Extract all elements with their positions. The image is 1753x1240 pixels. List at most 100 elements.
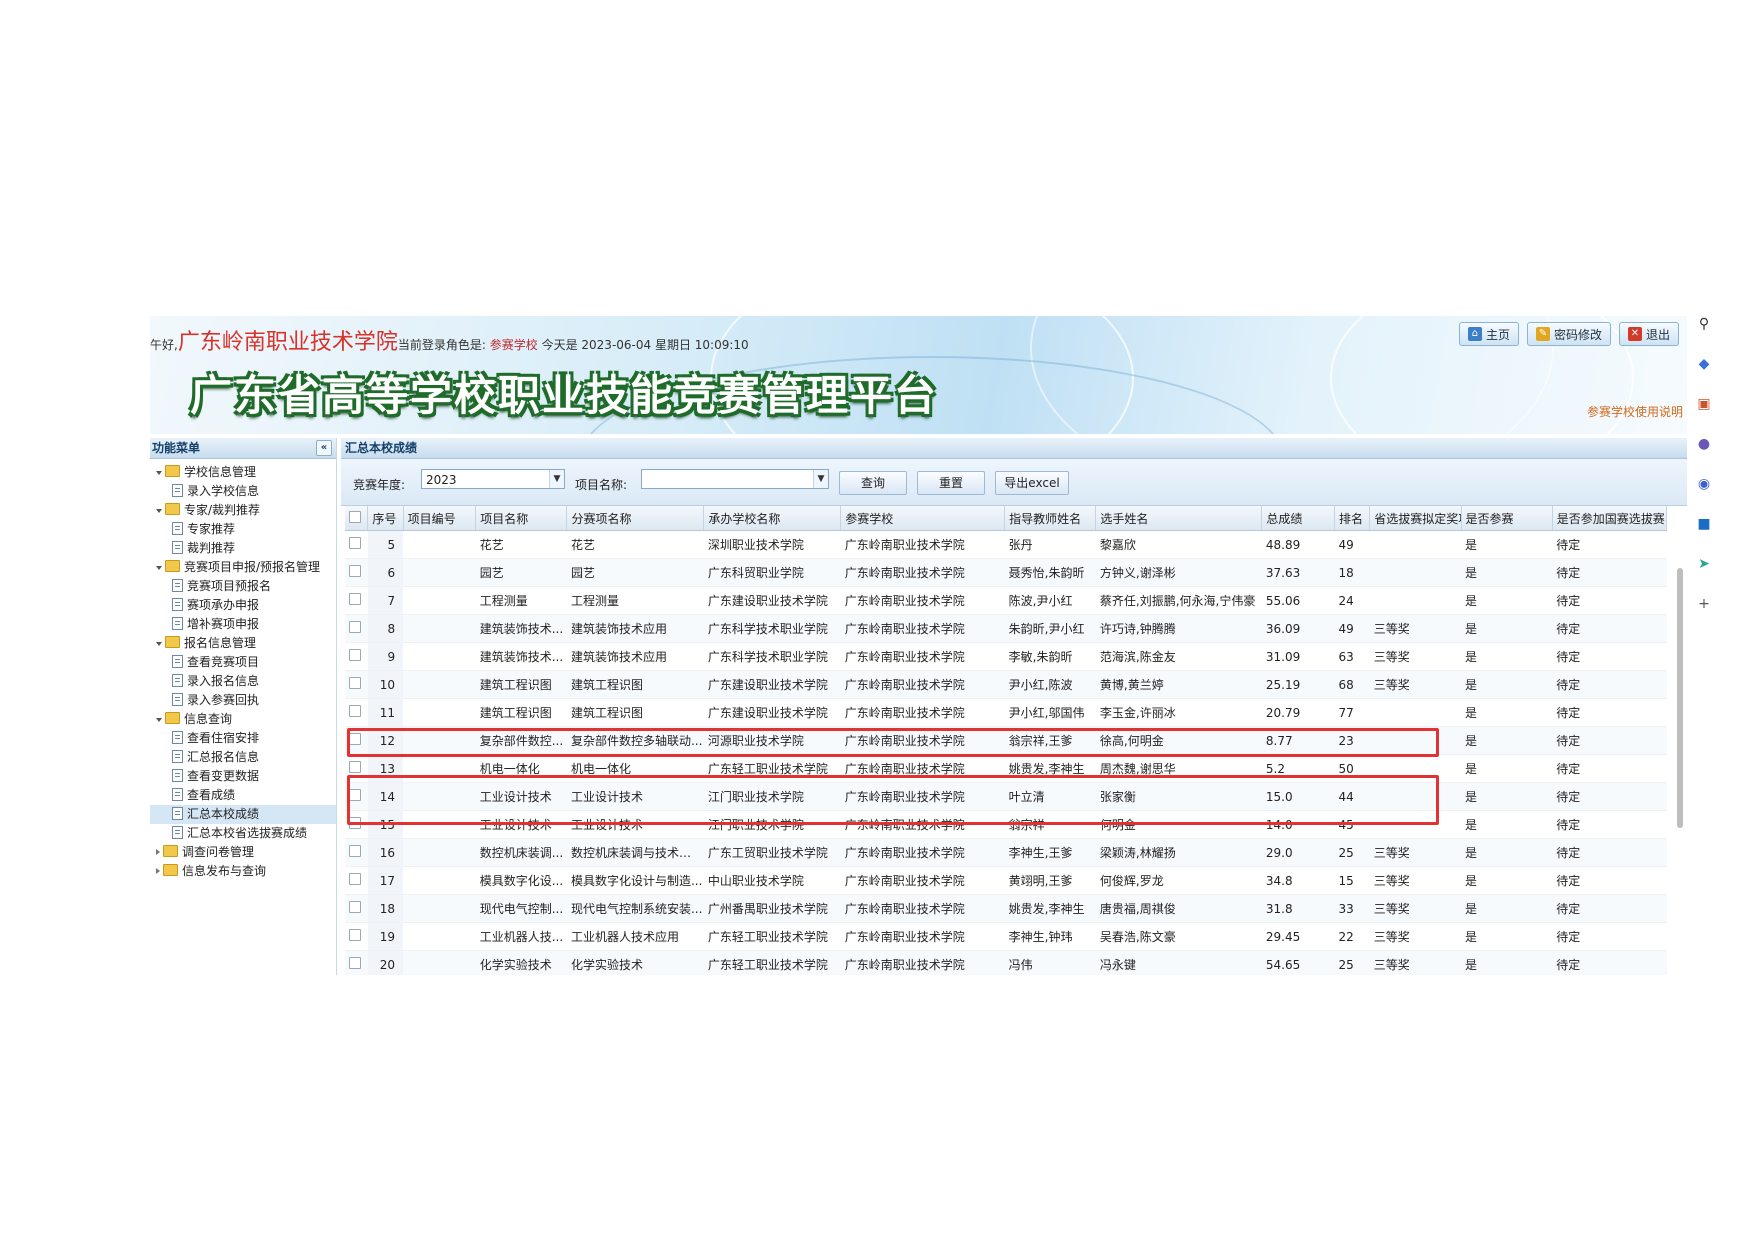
menu-item[interactable]: 竞赛项目预报名 xyxy=(150,577,336,596)
send-icon[interactable]: ➤ xyxy=(1696,556,1712,572)
table-row[interactable]: 15 工业设计技术 工业设计技术 江门职业技术学院 广东岭南职业技术学院 翁宗祥 何明金 14… xyxy=(345,810,1667,839)
menu-item[interactable]: 查看住宿安排 xyxy=(150,729,336,748)
row-checkbox[interactable] xyxy=(349,845,361,857)
table-row[interactable]: 10 建筑工程识图 建筑工程识图 广东建设职业技术学院 广东岭南职业技术学院 尹小红,陈波… xyxy=(345,670,1667,699)
select-all-checkbox[interactable] xyxy=(349,510,361,523)
table-row[interactable]: 13 机电一体化 机电一体化 广东轻工职业技术学院 广东岭南职业技术学院 姚贵发,李神生周… xyxy=(345,754,1667,783)
column-header[interactable]: 序号 xyxy=(367,506,404,531)
table-row[interactable]: 11 建筑工程识图 建筑工程识图 广东建设职业技术学院 广东岭南职业技术学院 尹小红,邬国… xyxy=(345,698,1667,727)
row-checkbox[interactable] xyxy=(349,873,361,885)
outlook-icon[interactable]: ■ xyxy=(1696,516,1712,532)
reset-button[interactable]: 重置 xyxy=(917,471,985,495)
row-checkbox[interactable] xyxy=(349,537,361,549)
column-header[interactable]: 承办学校名称 xyxy=(703,506,842,531)
table-row[interactable]: 5 花艺 花艺 深圳职业技术学院 广东岭南职业技术学院 张丹 黎嘉欣 48.89 49 是待定 xyxy=(345,530,1667,559)
menu-item[interactable]: 汇总本校省选拔赛成绩 xyxy=(150,824,336,843)
row-checkbox[interactable] xyxy=(349,901,361,913)
expanded-arrow-icon[interactable] xyxy=(156,642,162,646)
column-header[interactable]: 是否参赛 xyxy=(1461,506,1553,531)
table-cell: 68 xyxy=(1334,670,1370,699)
column-header[interactable]: 省选拔赛拟定奖项 xyxy=(1369,506,1462,531)
menu-group[interactable]: 调查问卷管理 xyxy=(150,843,336,862)
column-header[interactable]: 是否参加国赛选拔赛 xyxy=(1552,506,1668,531)
row-checkbox[interactable] xyxy=(349,761,361,773)
expanded-arrow-icon[interactable] xyxy=(156,471,162,475)
menu-item[interactable]: 增补赛项申报 xyxy=(150,615,336,634)
row-checkbox[interactable] xyxy=(349,929,361,941)
column-header[interactable]: 项目编号 xyxy=(403,506,477,531)
menu-group[interactable]: 报名信息管理 xyxy=(150,634,336,653)
menu-item[interactable]: 汇总本校成绩 xyxy=(150,805,336,824)
menu-group[interactable]: 信息查询 xyxy=(150,710,336,729)
briefcase-icon[interactable]: ▣ xyxy=(1696,396,1712,412)
row-checkbox[interactable] xyxy=(349,789,361,801)
table-row[interactable]: 8 建筑装饰技术... 建筑装饰技术应用 广东科学技术职业学院 广东岭南职业技术学院 朱韵… xyxy=(345,614,1667,643)
expanded-arrow-icon[interactable] xyxy=(156,718,162,722)
table-row[interactable]: 20 化学实验技术 化学实验技术 广东轻工职业技术学院 广东岭南职业技术学院 冯伟 冯永键 5… xyxy=(345,950,1667,975)
menu-group[interactable]: 专家/裁判推荐 xyxy=(150,501,336,520)
menu-group[interactable]: 竞赛项目申报/预报名管理 xyxy=(150,558,336,577)
column-header[interactable]: 参赛学校 xyxy=(840,506,1006,531)
table-cell: 是 xyxy=(1461,782,1553,811)
column-header[interactable]: 总成绩 xyxy=(1261,506,1335,531)
export-excel-button[interactable]: 导出excel xyxy=(995,471,1069,495)
expanded-arrow-icon[interactable] xyxy=(156,566,162,570)
home-button[interactable]: ⌂ 主页 xyxy=(1458,322,1519,346)
menu-item[interactable]: 查看竞赛项目 xyxy=(150,653,336,672)
table-row[interactable]: 16 数控机床装调... 数控机床装调与技术改造 广东工贸职业技术学院 广东岭南职业技术… xyxy=(345,838,1667,867)
table-row[interactable]: 18 现代电气控制... 现代电气控制系统安装... 广州番禺职业技术学院 广东岭南职业… xyxy=(345,894,1667,923)
scrollbar-thumb[interactable] xyxy=(1677,568,1683,828)
column-header[interactable]: 选手姓名 xyxy=(1095,506,1263,531)
tag-icon[interactable]: ◆ xyxy=(1696,356,1712,372)
circle-logo-icon[interactable]: ◉ xyxy=(1696,476,1712,492)
person-icon[interactable]: ● xyxy=(1696,436,1712,452)
vertical-scrollbar[interactable] xyxy=(1675,528,1685,968)
menu-item[interactable]: 专家推荐 xyxy=(150,520,336,539)
row-checkbox[interactable] xyxy=(349,621,361,633)
table-cell: 河源职业技术学院 xyxy=(703,726,841,755)
row-checkbox[interactable] xyxy=(349,733,361,745)
plus-icon[interactable]: + xyxy=(1696,596,1712,612)
row-checkbox[interactable] xyxy=(349,593,361,605)
menu-group[interactable]: 信息发布与查询 xyxy=(150,862,336,881)
menu-item[interactable]: 查看成绩 xyxy=(150,786,336,805)
menu-item[interactable]: 录入参赛回执 xyxy=(150,691,336,710)
table-cell: 何明金 xyxy=(1095,810,1262,839)
table-row[interactable]: 9 建筑装饰技术... 建筑装饰技术应用 广东科学技术职业学院 广东岭南职业技术学院 李敏… xyxy=(345,642,1667,671)
menu-item[interactable]: 查看变更数据 xyxy=(150,767,336,786)
menu-item[interactable]: 裁判推荐 xyxy=(150,539,336,558)
project-select[interactable]: ▼ xyxy=(641,469,829,489)
menu-item[interactable]: 录入学校信息 xyxy=(150,482,336,501)
collapsed-arrow-icon[interactable] xyxy=(156,868,160,874)
column-header[interactable]: 分赛项名称 xyxy=(566,506,705,531)
query-button[interactable]: 查询 xyxy=(839,471,907,495)
row-checkbox[interactable] xyxy=(349,649,361,661)
collapse-button[interactable]: « xyxy=(316,440,332,456)
row-checkbox[interactable] xyxy=(349,565,361,577)
collapsed-arrow-icon[interactable] xyxy=(156,849,160,855)
menu-item-label: 增补赛项申报 xyxy=(187,617,260,631)
menu-item[interactable]: 录入报名信息 xyxy=(150,672,336,691)
logout-button[interactable]: ✕ 退出 xyxy=(1618,322,1679,346)
table-row[interactable]: 12 复杂部件数控... 复杂部件数控多轴联动... 河源职业技术学院 广东岭南职业技术… xyxy=(345,726,1667,755)
row-checkbox[interactable] xyxy=(349,677,361,689)
menu-item[interactable]: 汇总报名信息 xyxy=(150,748,336,767)
row-checkbox[interactable] xyxy=(349,817,361,829)
table-row[interactable]: 6 园艺 园艺 广东科贸职业学院 广东岭南职业技术学院 聂秀怡,朱韵昕 方钟义,谢泽彬 37.… xyxy=(345,558,1667,587)
password-button[interactable]: ✎ 密码修改 xyxy=(1526,322,1611,346)
menu-group[interactable]: 学校信息管理 xyxy=(150,463,336,482)
expanded-arrow-icon[interactable] xyxy=(156,509,162,513)
table-row[interactable]: 17 模具数字化设... 模具数字化设计与制造... 中山职业技术学院 广东岭南职业技术… xyxy=(345,866,1667,895)
table-row[interactable]: 7 工程测量 工程测量 广东建设职业技术学院 广东岭南职业技术学院 陈波,尹小红 蔡齐任,刘… xyxy=(345,586,1667,615)
column-header[interactable]: 排名 xyxy=(1334,506,1371,531)
year-select[interactable]: 2023 ▼ xyxy=(421,469,565,489)
help-link[interactable]: 参赛学校使用说明 xyxy=(1587,403,1683,420)
table-row[interactable]: 19 工业机器人技... 工业机器人技术应用 广东轻工职业技术学院 广东岭南职业技术学院… xyxy=(345,922,1667,951)
column-header[interactable]: 项目名称 xyxy=(475,506,568,531)
row-checkbox[interactable] xyxy=(349,957,361,969)
search-icon[interactable]: ⚲ xyxy=(1696,316,1712,332)
column-header[interactable]: 指导教师姓名 xyxy=(1004,506,1097,531)
row-checkbox[interactable] xyxy=(349,705,361,717)
menu-item[interactable]: 赛项承办申报 xyxy=(150,596,336,615)
table-row[interactable]: 14 工业设计技术 工业设计技术 江门职业技术学院 广东岭南职业技术学院 叶立清 张家衡 15… xyxy=(345,782,1667,811)
